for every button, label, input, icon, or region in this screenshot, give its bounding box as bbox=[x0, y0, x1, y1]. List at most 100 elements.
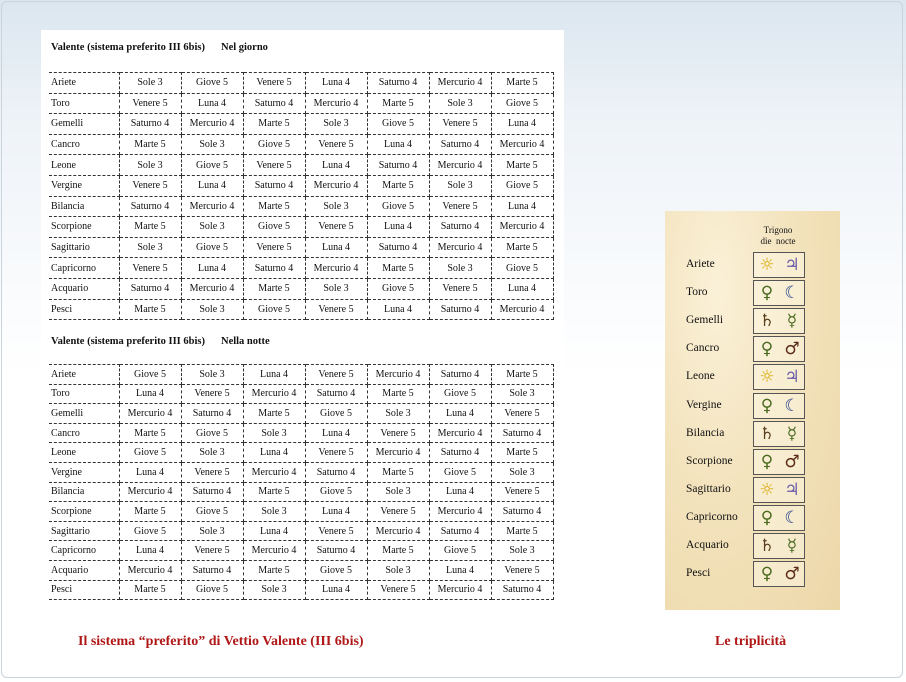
day-table-cell: Saturno 4 bbox=[366, 237, 430, 259]
night-table-cell: Marte 5 bbox=[490, 521, 554, 542]
triplicity-sign-label: Leone bbox=[686, 370, 715, 383]
night-table-cell: Luna 4 bbox=[428, 560, 492, 581]
night-table-cell: Mercurio 4 bbox=[118, 560, 182, 581]
mars-icon: ♂ bbox=[784, 451, 800, 472]
night-table-cell: Venere 5 bbox=[366, 580, 430, 601]
night-table-sign-label: Scorpione bbox=[49, 501, 120, 522]
day-table-cell: Mercurio 4 bbox=[490, 134, 554, 156]
day-table-cell: Mercurio 4 bbox=[180, 113, 244, 135]
day-table-row: Toro Venere 5 Luna 4 Saturno 4 Mercurio 4 Mar… bbox=[49, 93, 554, 115]
triplicity-row: Pesci ♀ ♂ bbox=[665, 561, 840, 588]
day-table-cell: Giove 5 bbox=[242, 134, 306, 156]
day-table-sign-label: Vergine bbox=[49, 175, 120, 197]
sun-icon: ☼ bbox=[759, 255, 775, 275]
night-table-cell: Sole 3 bbox=[180, 442, 244, 463]
night-table-cell: Saturno 4 bbox=[490, 423, 554, 444]
triplicity-sign-label: Toro bbox=[686, 286, 708, 299]
day-table-cell: Saturno 4 bbox=[366, 72, 430, 94]
day-table-cell: Luna 4 bbox=[366, 216, 430, 238]
day-table-cell: Luna 4 bbox=[490, 113, 554, 135]
day-table-sign-label: Capricorno bbox=[49, 257, 120, 279]
day-table-sign-label: Pesci bbox=[49, 299, 120, 321]
day-table-row: Cancro Marte 5 Sole 3 Giove 5 Venere 5 Luna 4… bbox=[49, 134, 554, 156]
night-table: Ariete Giove 5 Sole 3 Luna 4 Venere 5 Mercuri… bbox=[49, 364, 554, 601]
triplicity-sign-label: Pesci bbox=[686, 567, 711, 580]
night-table-cell: Venere 5 bbox=[304, 442, 368, 463]
night-table-cell: Venere 5 bbox=[304, 521, 368, 542]
night-table-cell: Saturno 4 bbox=[428, 521, 492, 542]
day-table-cell: Luna 4 bbox=[490, 278, 554, 300]
day-table-sign-label: Acquario bbox=[49, 278, 120, 300]
day-table-title: Valente (sistema preferito III 6bis) bbox=[51, 42, 205, 53]
day-table-row: Sagittario Sole 3 Giove 5 Venere 5 Luna 4 Sat… bbox=[49, 237, 554, 259]
day-table-cell: Marte 5 bbox=[366, 257, 430, 279]
night-table-cell: Sole 3 bbox=[366, 560, 430, 581]
night-table-row: Capricorno Luna 4 Venere 5 Mercurio 4 Saturn… bbox=[49, 540, 554, 561]
venus-icon: ♀ bbox=[760, 339, 774, 360]
day-table-row: Leone Sole 3 Giove 5 Venere 5 Luna 4 Saturno … bbox=[49, 154, 554, 176]
triplicity-header-line1: Trigono bbox=[763, 225, 793, 235]
venus-icon: ♀ bbox=[760, 395, 774, 416]
night-table-row: Gemelli Mercurio 4 Saturno 4 Marte 5 Giove 5… bbox=[49, 403, 554, 424]
day-table-cell: Marte 5 bbox=[366, 175, 430, 197]
night-table-sign-label: Gemelli bbox=[49, 403, 120, 424]
triplicity-row: Bilancia ♄ ☿ bbox=[665, 420, 840, 448]
night-table-cell: Saturno 4 bbox=[428, 442, 492, 463]
moon-icon: ☾ bbox=[784, 283, 800, 304]
triplicity-sign-label: Ariete bbox=[686, 258, 715, 270]
triplicity-row: Toro ♀ ☾ bbox=[665, 280, 840, 307]
triplicity-row: Acquario ♄ ☿ bbox=[665, 533, 840, 560]
night-table-cell: Saturno 4 bbox=[304, 384, 368, 405]
valente-tables-panel: Valente (sistema preferito III 6bis) Nel … bbox=[41, 30, 564, 608]
night-table-cell: Sole 3 bbox=[242, 423, 306, 444]
night-table-cell: Marte 5 bbox=[242, 482, 306, 503]
night-table-cell: Mercurio 4 bbox=[242, 462, 306, 483]
night-table-sign-label: Leone bbox=[49, 442, 120, 463]
triplicity-row: Capricorno ♀ ☾ bbox=[665, 504, 840, 532]
day-table-cell: Marte 5 bbox=[118, 299, 182, 321]
day-table-cell: Venere 5 bbox=[304, 216, 368, 238]
night-table-cell: Sole 3 bbox=[242, 580, 306, 601]
day-table-cell: Luna 4 bbox=[366, 299, 430, 321]
day-table-cell: Marte 5 bbox=[490, 154, 554, 176]
day-table-cell: Mercurio 4 bbox=[490, 216, 554, 238]
venus-icon: ♀ bbox=[760, 507, 774, 528]
triplicity-header: Trigono die nocte bbox=[753, 225, 803, 247]
day-table-cell: Sole 3 bbox=[118, 154, 182, 176]
night-table-row: Acquario Mercurio 4 Saturno 4 Marte 5 Giove … bbox=[49, 560, 554, 581]
triplicity-rulers-box: ☼ ♃ bbox=[753, 364, 805, 391]
jupiter-icon: ♃ bbox=[784, 255, 800, 275]
night-table-cell: Sole 3 bbox=[490, 540, 554, 561]
day-table-cell: Sole 3 bbox=[428, 257, 492, 279]
day-table-cell: Luna 4 bbox=[180, 175, 244, 197]
day-table-cell: Marte 5 bbox=[490, 72, 554, 94]
day-table-cell: Mercurio 4 bbox=[428, 154, 492, 176]
day-table-cell: Mercurio 4 bbox=[180, 278, 244, 300]
day-table-cell: Luna 4 bbox=[304, 154, 368, 176]
day-table-row: Acquario Saturno 4 Mercurio 4 Marte 5 Sole 3… bbox=[49, 278, 554, 300]
night-table-cell: Mercurio 4 bbox=[242, 540, 306, 561]
night-table-cell: Giove 5 bbox=[118, 442, 182, 463]
night-table-cell: Sole 3 bbox=[242, 501, 306, 522]
night-table-cell: Luna 4 bbox=[304, 423, 368, 444]
night-table-sign-label: Cancro bbox=[49, 423, 120, 444]
night-table-cell: Marte 5 bbox=[490, 442, 554, 463]
night-table-cell: Venere 5 bbox=[366, 501, 430, 522]
night-table-cell: Sole 3 bbox=[490, 462, 554, 483]
night-table-cell: Marte 5 bbox=[242, 403, 306, 424]
night-table-cell: Venere 5 bbox=[304, 364, 368, 385]
day-table-cell: Sole 3 bbox=[428, 93, 492, 115]
triplicity-rulers-box: ☼ ♃ bbox=[753, 476, 805, 503]
mercury-icon: ☿ bbox=[786, 311, 798, 332]
night-table-cell: Luna 4 bbox=[118, 540, 182, 561]
day-table-cell: Giove 5 bbox=[490, 175, 554, 197]
day-table-cell: Luna 4 bbox=[490, 196, 554, 218]
mercury-icon: ☿ bbox=[786, 536, 798, 556]
night-table-row: Toro Luna 4 Venere 5 Mercurio 4 Saturno 4 Mar… bbox=[49, 384, 554, 405]
day-table-row: Capricorno Venere 5 Luna 4 Saturno 4 Mercuri… bbox=[49, 257, 554, 279]
triplicity-row: Ariete ☼ ♃ bbox=[665, 252, 840, 279]
day-table-cell: Marte 5 bbox=[118, 216, 182, 238]
night-table-cell: Marte 5 bbox=[366, 384, 430, 405]
moon-icon: ☾ bbox=[784, 395, 800, 416]
night-table-cell: Luna 4 bbox=[428, 482, 492, 503]
